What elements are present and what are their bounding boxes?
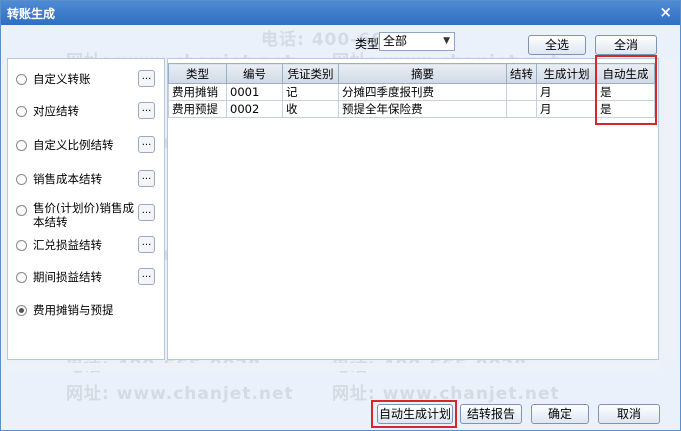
option-label: 自定义比例结转 — [33, 138, 114, 152]
cell-plan[interactable]: 月 — [536, 83, 597, 101]
transfer-report-button[interactable]: 结转报告 — [460, 404, 522, 424]
cell-auto-generate[interactable]: 是 — [596, 83, 655, 101]
cell-auto-generate[interactable]: 是 — [596, 100, 655, 118]
cell-type[interactable]: 费用预提 — [168, 100, 227, 118]
cell-number[interactable]: 0001 — [226, 83, 283, 101]
select-all-button[interactable]: 全选 — [528, 35, 586, 55]
cell-number[interactable]: 0002 — [226, 100, 283, 118]
col-header-auto-generate[interactable]: 自动生成 — [596, 63, 655, 84]
table-row[interactable]: 费用摊销 0001 记 分摊四季度报刊费 月 是 — [168, 83, 655, 101]
col-header-voucher-type[interactable]: 凭证类别 — [282, 63, 339, 84]
option-label: 对应结转 — [33, 104, 79, 118]
cell-transfer[interactable] — [506, 83, 537, 101]
col-header-transfer[interactable]: 结转 — [506, 63, 537, 84]
transfer-type-panel: 自定义转账 ... 对应结转 ... 自定义比例结转 ... 销售成本结转 ..… — [7, 58, 165, 360]
option-label: 汇兑损益结转 — [33, 238, 102, 252]
price-sales-cost-settings-button[interactable]: ... — [138, 204, 155, 221]
transfer-generate-window: 转账生成 × 电话: 400-665-0028 网址: www.chanjet.… — [0, 0, 681, 431]
transfer-grid-panel: 类型 编号 凭证类别 摘要 结转 生成计划 自动生成 费用摊销 0001 记 分… — [167, 58, 659, 360]
cell-type[interactable]: 费用摊销 — [168, 83, 227, 101]
window-title: 转账生成 — [7, 7, 56, 21]
auto-generate-plan-button[interactable]: 自动生成计划 — [377, 404, 453, 424]
cell-plan[interactable]: 月 — [536, 100, 597, 118]
option-label: 期间损益结转 — [33, 270, 102, 284]
table-header-row: 类型 编号 凭证类别 摘要 结转 生成计划 自动生成 — [168, 63, 655, 84]
watermark-site: 网址: www.chanjet.net — [66, 384, 294, 404]
sales-cost-settings-button[interactable]: ... — [138, 170, 155, 187]
type-select-value: 全部 — [383, 34, 408, 48]
option-label: 售价(计划价)销售成本结转 — [33, 201, 134, 229]
radio-price-sales-cost-transfer[interactable] — [16, 205, 27, 216]
table-row[interactable]: 费用预提 0002 收 预提全年保险费 月 是 — [168, 100, 655, 118]
close-icon[interactable]: × — [659, 3, 672, 21]
corresponding-transfer-settings-button[interactable]: ... — [138, 102, 155, 119]
col-header-summary[interactable]: 摘要 — [338, 63, 507, 84]
radio-custom-ratio-transfer[interactable] — [16, 140, 27, 151]
clear-all-button[interactable]: 全消 — [595, 35, 657, 55]
period-gain-loss-settings-button[interactable]: ... — [138, 268, 155, 285]
transfer-table: 类型 编号 凭证类别 摘要 结转 生成计划 自动生成 费用摊销 0001 记 分… — [168, 63, 655, 118]
exchange-gain-loss-settings-button[interactable]: ... — [138, 236, 155, 253]
custom-ratio-settings-button[interactable]: ... — [138, 136, 155, 153]
col-header-plan[interactable]: 生成计划 — [536, 63, 597, 84]
cancel-button[interactable]: 取消 — [598, 404, 660, 424]
radio-period-gain-loss-transfer[interactable] — [16, 272, 27, 283]
radio-exchange-gain-loss-transfer[interactable] — [16, 240, 27, 251]
watermark-site: 网址: www.chanjet.net — [332, 384, 560, 404]
horizontal-scrollbar[interactable] — [7, 363, 659, 371]
radio-expense-amortization-accrual[interactable] — [16, 305, 27, 316]
option-label: 自定义转账 — [33, 72, 91, 86]
col-header-number[interactable]: 编号 — [226, 63, 283, 84]
title-bar: 转账生成 × — [1, 1, 680, 25]
cell-summary[interactable]: 预提全年保险费 — [338, 100, 507, 118]
cell-transfer[interactable] — [506, 100, 537, 118]
custom-transfer-settings-button[interactable]: ... — [138, 70, 155, 87]
vertical-scrollbar[interactable] — [664, 58, 674, 360]
radio-sales-cost-transfer[interactable] — [16, 174, 27, 185]
type-label: 类型 — [355, 37, 380, 51]
radio-custom-transfer[interactable] — [16, 74, 27, 85]
chevron-down-icon: ▼ — [443, 36, 450, 46]
radio-corresponding-transfer[interactable] — [16, 106, 27, 117]
cell-summary[interactable]: 分摊四季度报刊费 — [338, 83, 507, 101]
col-header-type[interactable]: 类型 — [168, 63, 227, 84]
option-label: 销售成本结转 — [33, 172, 102, 186]
cell-voucher-type[interactable]: 记 — [282, 83, 339, 101]
option-label: 费用摊销与预提 — [33, 303, 114, 317]
ok-button[interactable]: 确定 — [531, 404, 589, 424]
type-select[interactable]: 全部 ▼ — [379, 32, 455, 51]
cell-voucher-type[interactable]: 收 — [282, 100, 339, 118]
